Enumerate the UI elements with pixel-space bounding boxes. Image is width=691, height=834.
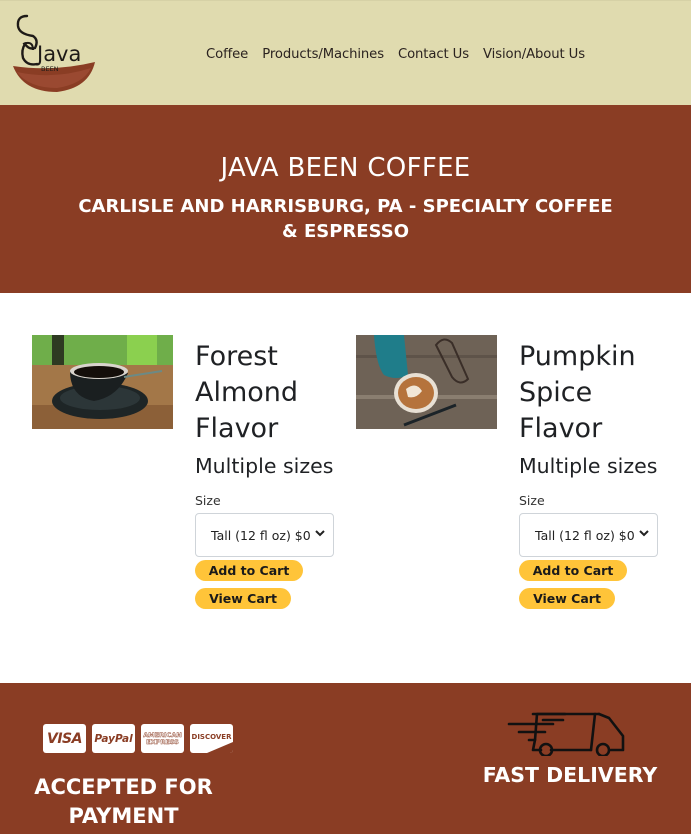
hero-title: JAVA BEEN COFFEE: [220, 153, 471, 183]
nav-contact-us[interactable]: Contact Us: [398, 47, 469, 62]
view-cart-button[interactable]: View Cart: [195, 588, 291, 609]
size-select-value: Tall (12 fl oz) $0: [535, 528, 635, 543]
paypal-card-icon: PayPal: [92, 724, 135, 753]
discover-swoosh: [207, 742, 233, 753]
site-header: Java BEEN Coffee Products/Machines Conta…: [0, 0, 691, 105]
discover-card-icon: DISCOVER: [190, 724, 233, 753]
product-info: Forest Almond Flavor Multiple sizes Size…: [195, 339, 345, 609]
java-been-logo[interactable]: Java BEEN: [9, 10, 99, 96]
delivery-truck-icon: [507, 712, 625, 756]
size-label: Size: [195, 493, 221, 508]
nav-products-machines[interactable]: Products/Machines: [262, 47, 384, 62]
size-select-value: Tall (12 fl oz) $0: [211, 528, 311, 543]
latte-photo: [356, 335, 497, 429]
hero-subtitle: CARLISLE AND HARRISBURG, PA - SPECIALTY …: [78, 196, 613, 242]
discover-label: DISCOVER: [191, 733, 232, 741]
payment-caption: ACCEPTED FOR PAYMENT: [34, 775, 213, 828]
size-select[interactable]: Tall (12 fl oz) $0: [195, 513, 334, 557]
view-cart-button[interactable]: View Cart: [519, 588, 615, 609]
chevron-down-icon: [315, 530, 325, 537]
amex-label-line: EXPRESS: [146, 737, 179, 746]
product-image[interactable]: [32, 335, 173, 429]
product-title: Forest Almond Flavor: [195, 341, 299, 444]
main-nav: Coffee Products/Machines Contact Us Visi…: [206, 47, 599, 62]
add-to-cart-button[interactable]: Add to Cart: [195, 560, 303, 581]
size-label: Size: [519, 493, 545, 508]
product-subtitle: Multiple sizes: [519, 454, 658, 478]
coffee-cup-logo-icon: Java BEEN: [13, 14, 95, 92]
hero-banner: JAVA BEEN COFFEE CARLISLE AND HARRISBURG…: [0, 105, 691, 293]
coffee-cup-photo: [32, 335, 173, 429]
add-to-cart-button[interactable]: Add to Cart: [519, 560, 627, 581]
product-info: Pumpkin Spice Flavor Multiple sizes Size…: [519, 339, 669, 609]
product-image[interactable]: [356, 335, 497, 429]
visa-card-icon: VISA: [43, 724, 86, 753]
amex-card-icon: AMERICAN EXPRESS: [141, 724, 184, 753]
chevron-down-icon: [639, 530, 649, 537]
delivery-caption: FAST DELIVERY: [482, 763, 658, 787]
product-subtitle: Multiple sizes: [195, 454, 334, 478]
logo-subtext: BEEN: [41, 65, 59, 73]
nav-coffee[interactable]: Coffee: [206, 47, 248, 62]
logo-text: Java: [35, 42, 81, 66]
nav-vision-about-us[interactable]: Vision/About Us: [483, 47, 585, 62]
payment-cards: VISA PayPal AMERICAN EXPRESS DISCOVER: [43, 724, 233, 753]
product-title: Pumpkin Spice Flavor: [519, 341, 636, 444]
size-select[interactable]: Tall (12 fl oz) $0: [519, 513, 658, 557]
